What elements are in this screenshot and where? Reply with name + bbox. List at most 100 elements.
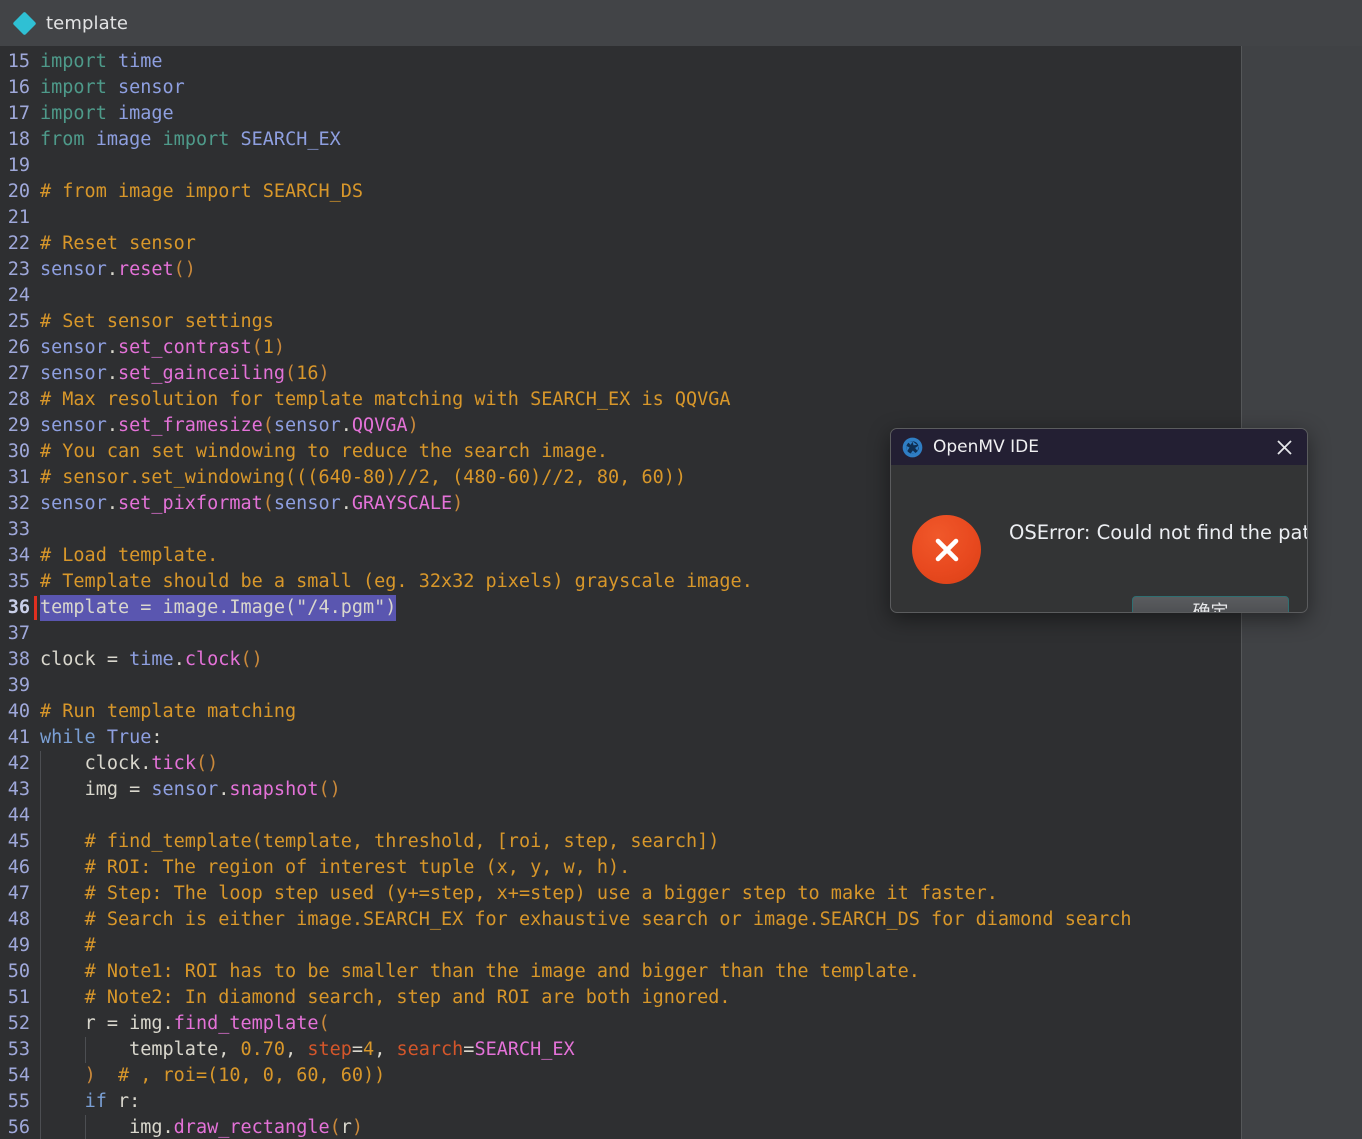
- code-line[interactable]: 51 # Note2: In diamond search, step and …: [0, 985, 1241, 1011]
- line-content: # Search is either image.SEARCH_EX for e…: [84, 909, 1132, 930]
- code-line[interactable]: 37: [0, 621, 1241, 647]
- line-content: # sensor.set_windowing(((640-80)//2, (48…: [40, 467, 687, 488]
- line-number: 28: [7, 389, 30, 410]
- line-content: # You can set windowing to reduce the se…: [40, 441, 609, 462]
- line-content: import sensor: [40, 77, 185, 98]
- line-number: 25: [7, 311, 30, 332]
- line-content: # Note1: ROI has to be smaller than the …: [84, 961, 920, 982]
- dialog-body: OSError: Could not find the path 确定: [891, 465, 1307, 612]
- code-line[interactable]: 50 # Note1: ROI has to be smaller than t…: [0, 959, 1241, 985]
- code-line[interactable]: 28 # Max resolution for template matching…: [0, 387, 1241, 413]
- code-line[interactable]: 55 if r:: [0, 1089, 1241, 1115]
- close-icon[interactable]: [1271, 434, 1297, 460]
- line-content: img.draw_rectangle(r): [129, 1117, 364, 1138]
- line-number: 27: [7, 363, 30, 384]
- line-number: 48: [7, 909, 30, 930]
- indent-guide: [40, 803, 41, 829]
- code-line[interactable]: 42 clock.tick(): [0, 751, 1241, 777]
- line-number: 16: [7, 77, 30, 98]
- line-content: # Load template.: [40, 545, 219, 566]
- line-number: 40: [7, 701, 30, 722]
- code-line[interactable]: 44: [0, 803, 1241, 829]
- code-line[interactable]: 22 # Reset sensor: [0, 231, 1241, 257]
- code-line[interactable]: 15 import time: [0, 49, 1241, 75]
- code-line[interactable]: 56 img.draw_rectangle(r): [0, 1115, 1241, 1139]
- line-content: import time: [40, 51, 163, 72]
- line-number: 42: [7, 753, 30, 774]
- line-content: # Note2: In diamond search, step and ROI…: [84, 987, 731, 1008]
- code-line[interactable]: 40 # Run template matching: [0, 699, 1241, 725]
- code-line[interactable]: 47 # Step: The loop step used (y+=step, …: [0, 881, 1241, 907]
- line-number: 26: [7, 337, 30, 358]
- line-number: 21: [7, 207, 30, 228]
- code-line[interactable]: 16 import sensor: [0, 75, 1241, 101]
- line-content: sensor.reset(): [40, 259, 196, 280]
- line-number: 44: [7, 805, 30, 826]
- code-line[interactable]: 49 #: [0, 933, 1241, 959]
- line-number: 45: [7, 831, 30, 852]
- line-content: while True:: [40, 727, 163, 748]
- line-content: r = img.find_template(: [84, 1013, 330, 1034]
- line-content: sensor.set_contrast(1): [40, 337, 286, 358]
- line-number: 15: [7, 51, 30, 72]
- line-number: 38: [7, 649, 30, 670]
- line-number: 51: [7, 987, 30, 1008]
- line-number: 52: [7, 1013, 30, 1034]
- line-content: import image: [40, 103, 174, 124]
- line-number: 39: [7, 675, 30, 696]
- code-line[interactable]: 21: [0, 205, 1241, 231]
- line-content: # find_template(template, threshold, [ro…: [84, 831, 720, 852]
- line-number: 35: [7, 571, 30, 592]
- line-content: sensor.set_gainceiling(16): [40, 363, 330, 384]
- code-line[interactable]: 23 sensor.reset(): [0, 257, 1241, 283]
- line-content: clock = time.clock(): [40, 649, 263, 670]
- line-number: 41: [7, 727, 30, 748]
- line-content: template = image.Image("/4.pgm"): [40, 595, 397, 621]
- code-line[interactable]: 48 # Search is either image.SEARCH_EX fo…: [0, 907, 1241, 933]
- line-number: 37: [7, 623, 30, 644]
- line-content: sensor.set_pixformat(sensor.GRAYSCALE): [40, 493, 464, 514]
- line-number: 43: [7, 779, 30, 800]
- error-x-icon: [912, 515, 981, 584]
- code-line[interactable]: 38 clock = time.clock(): [0, 647, 1241, 673]
- line-number: 22: [7, 233, 30, 254]
- line-content: template, 0.70, step=4, search=SEARCH_EX: [129, 1039, 575, 1060]
- line-content: # ROI: The region of interest tuple (x, …: [84, 857, 631, 878]
- code-line[interactable]: 45 # find_template(template, threshold, …: [0, 829, 1241, 855]
- code-line[interactable]: 27 sensor.set_gainceiling(16): [0, 361, 1241, 387]
- line-number: 30: [7, 441, 30, 462]
- code-line[interactable]: 17 import image: [0, 101, 1241, 127]
- line-number: 19: [7, 155, 30, 176]
- line-content: #: [84, 935, 96, 956]
- code-line[interactable]: 53 template, 0.70, step=4, search=SEARCH…: [0, 1037, 1241, 1063]
- tab-template[interactable]: template: [0, 0, 146, 46]
- code-line[interactable]: 20 # from image import SEARCH_DS: [0, 179, 1241, 205]
- code-line[interactable]: 54 ) # , roi=(10, 0, 60, 60)): [0, 1063, 1241, 1089]
- code-line[interactable]: 24: [0, 283, 1241, 309]
- editor-tabbar: template: [0, 0, 1362, 46]
- code-line[interactable]: 19: [0, 153, 1241, 179]
- line-content: clock.tick(): [84, 753, 219, 774]
- line-content: ) # , roi=(10, 0, 60, 60)): [84, 1065, 386, 1086]
- line-number: 23: [7, 259, 30, 280]
- code-line[interactable]: 26 sensor.set_contrast(1): [0, 335, 1241, 361]
- confirm-button[interactable]: 确定: [1132, 596, 1289, 612]
- line-number: 33: [7, 519, 30, 540]
- line-number: 54: [7, 1065, 30, 1086]
- code-line[interactable]: 18 from image import SEARCH_EX: [0, 127, 1241, 153]
- code-line[interactable]: 52 r = img.find_template(: [0, 1011, 1241, 1037]
- line-content: # Step: The loop step used (y+=step, x+=…: [84, 883, 998, 904]
- line-number: 49: [7, 935, 30, 956]
- line-content: # from image import SEARCH_DS: [40, 181, 364, 202]
- code-line[interactable]: 25 # Set sensor settings: [0, 309, 1241, 335]
- code-line[interactable]: 41 while True:: [0, 725, 1241, 751]
- openmv-ide-window: template 15 import time 16 import sensor 17 i…: [0, 0, 1362, 1139]
- diamond-icon: [12, 10, 37, 36]
- dialog-titlebar: OpenMV IDE: [891, 429, 1307, 465]
- line-number: 55: [7, 1091, 30, 1112]
- code-line[interactable]: 43 img = sensor.snapshot(): [0, 777, 1241, 803]
- code-line[interactable]: 46 # ROI: The region of interest tuple (…: [0, 855, 1241, 881]
- dialog-title: OpenMV IDE: [933, 437, 1039, 457]
- openmv-aperture-icon: [902, 437, 923, 457]
- code-line[interactable]: 39: [0, 673, 1241, 699]
